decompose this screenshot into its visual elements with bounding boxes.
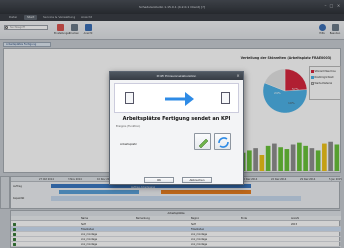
dialog-subtitle: Ereignis (Funktion) <box>116 125 141 128</box>
kpi-dialog: Profil Emissionskalkulation × Arbeitsplä… <box>109 71 244 185</box>
source-document-icon <box>125 92 134 104</box>
dialog-heading: Arbeitsplätze Fertigung sendet an KPI <box>122 116 231 122</box>
ok-button[interactable]: OK <box>144 177 174 183</box>
refresh-icon <box>218 137 229 148</box>
target-kpi-icon <box>221 92 230 104</box>
refresh-workplace-button[interactable] <box>214 133 231 150</box>
dialog-title: Profil Emissionskalkulation <box>110 72 243 80</box>
flow-banner <box>114 83 239 113</box>
cancel-button[interactable]: Abbrechen <box>182 177 212 183</box>
workplace-field-label: Arbeitsplatz <box>120 142 137 146</box>
dialog-close-icon[interactable]: × <box>235 73 241 79</box>
pencil-icon <box>198 138 209 149</box>
arrow-right-icon <box>165 92 194 106</box>
edit-workplace-button[interactable] <box>194 133 211 150</box>
